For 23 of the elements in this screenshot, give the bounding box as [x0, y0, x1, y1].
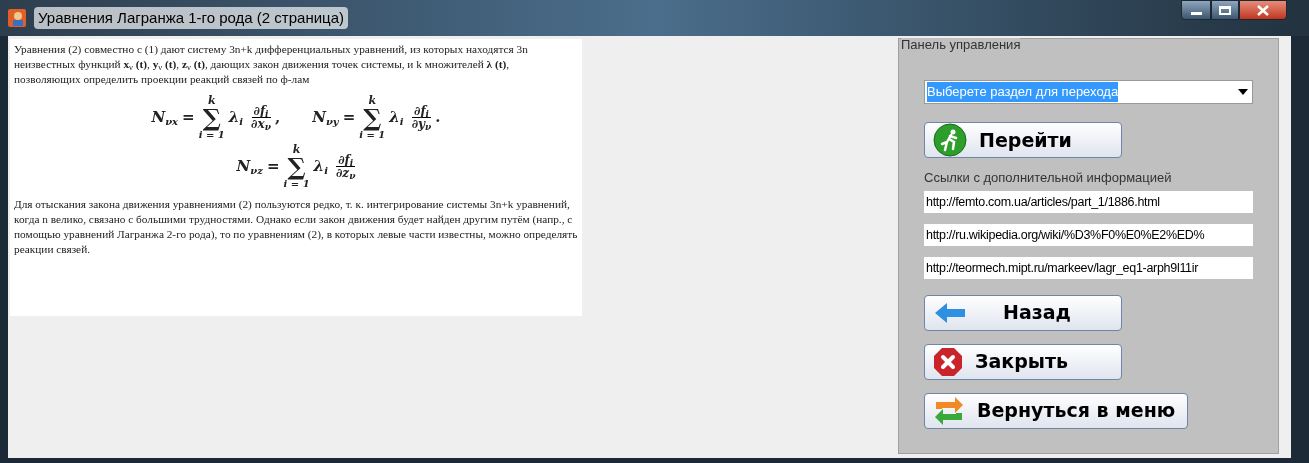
maximize-button[interactable] — [1211, 0, 1239, 20]
panel-button[interactable]: Вернуться в меню — [924, 392, 1188, 429]
runner-icon — [933, 123, 967, 157]
window-title: Уравнения Лагранжа 1-го рода (2 страница) — [34, 6, 348, 30]
paragraph: Уравнения (2) совместно с (1) дают систему 3n+k дифференциальных уравнений, из которых находятся 3n неизвестных функций x$_{ν}$ (t), y$_{ν}$ (t), z$_{ν}$ (t), дающих закон движения точек системы, и k множителей λ (t), позволяющих определить проекции реакций связей по ф-лам — [14, 42, 529, 87]
panel-button[interactable]: Закрыть — [924, 343, 1122, 380]
link-field[interactable]: http://femto.com.ua/articles/part_1/1886.html — [924, 190, 1253, 213]
link-field[interactable]: http://teormech.mipt.ru/markeev/lagr_eq1-arph9l11ir — [924, 256, 1253, 279]
paragraph: Для отыскания закона движения уравнениями (2) пользуются редко, т. к. интегрирование системы 3n+k уравнений, когда n велико, связано с большими трудностями. Однако если закон движения будет найден другим путём (напр., с помощью уравнений Лагранжа 2-го рода), то по уравнениям (2), в которых левые части известны, можно определять реакции связей. — [14, 197, 578, 257]
close-icon — [1257, 4, 1269, 16]
dropdown-arrow-icon — [1238, 89, 1248, 95]
close-icon — [933, 346, 963, 377]
links-label: Ссылки с дополнительной информацией — [924, 169, 1173, 187]
left-arrow-icon — [933, 300, 967, 325]
dropdown-value: Выберете раздел для перехода — [927, 82, 1119, 102]
swap-arrows-icon — [933, 394, 965, 427]
group-title: Панель управления — [901, 38, 1021, 51]
minimize-button[interactable] — [1181, 0, 1211, 20]
panel-button[interactable]: Назад — [924, 294, 1122, 331]
panel-button[interactable]: Перейти — [924, 122, 1122, 158]
link-field[interactable]: http://ru.wikipedia.org/wiki/%D3%F0%E0%E2%ED% — [924, 223, 1253, 246]
app-icon — [8, 9, 26, 27]
close-button[interactable] — [1239, 0, 1287, 20]
